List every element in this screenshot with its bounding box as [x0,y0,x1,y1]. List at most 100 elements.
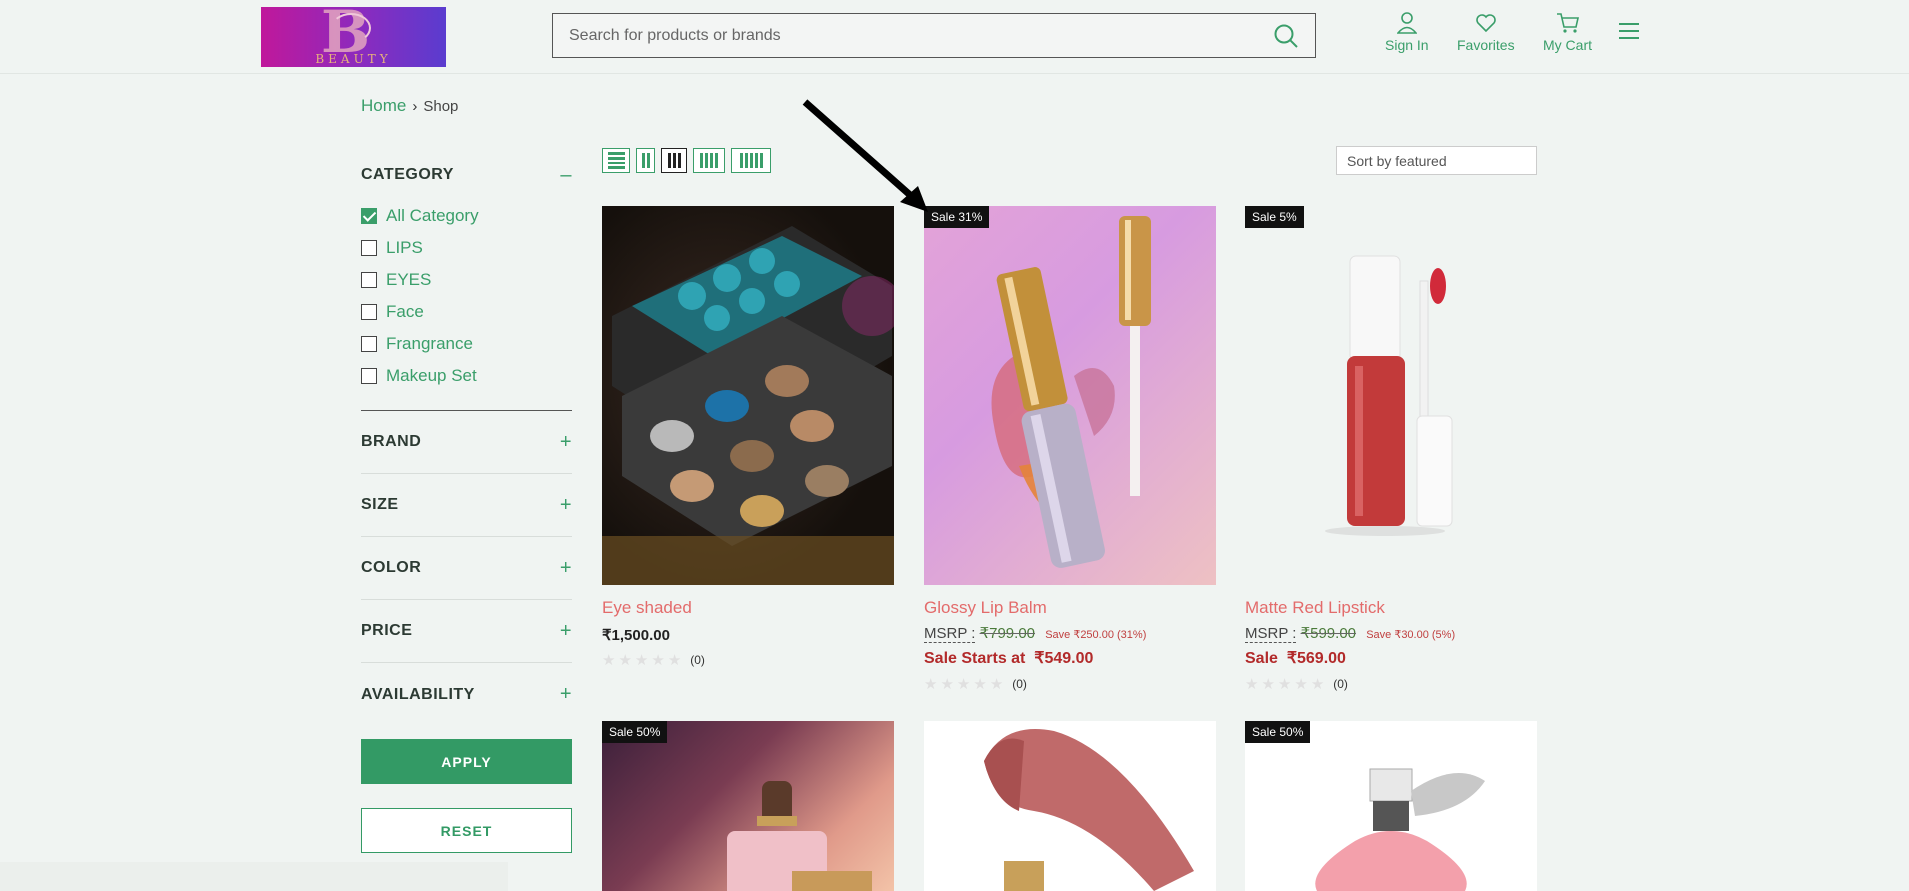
star-icon: ★ [973,676,987,693]
rating-count: (0) [1333,677,1348,691]
grid-4-view-icon[interactable] [693,148,725,173]
checkbox-icon[interactable] [361,272,377,288]
star-icon: ★ [989,676,1004,693]
sale-badge: Sale 50% [1245,721,1311,743]
save-amount: Save ₹30.00 (5%) [1366,629,1456,641]
star-icon: ★ [956,676,971,693]
checkbox-checked-icon[interactable] [361,208,377,224]
product-image[interactable]: Sale 5% [1245,206,1537,585]
save-amount: Save ₹250.00 (31%) [1045,629,1147,641]
filter-title: SIZE [361,496,399,513]
cart-link[interactable]: My Cart [1543,12,1592,53]
rating: ★ ★ ★ ★ ★ (0) [924,675,1216,693]
breadcrumb-home[interactable]: Home [361,96,406,115]
perfume-bow-bottle-image [1315,768,1485,891]
expand-icon[interactable]: + [560,494,572,517]
search-input[interactable] [553,14,1253,57]
sale-price-line: Sale Starts at ₹549.00 [924,648,1216,668]
star-icon: ★ [651,652,665,669]
collapse-icon[interactable]: – [560,164,572,187]
sale-badge: Sale 5% [1245,206,1304,228]
apply-button[interactable]: APPLY [361,739,572,784]
category-label: Face [386,302,424,321]
brand-logo[interactable]: B BEAUTY [261,7,446,67]
grid-2-view-icon[interactable] [636,148,655,173]
msrp-line: MSRP : ₹599.00 Save ₹30.00 (5%) [1245,624,1537,643]
filter-price[interactable]: PRICE + [361,600,572,663]
checkbox-icon[interactable] [361,304,377,320]
sign-in-link[interactable]: Sign In [1385,12,1429,53]
rating-count: (0) [690,653,705,667]
category-label: All Category [386,206,479,225]
sign-in-label: Sign In [1385,37,1429,53]
product-image[interactable]: Sale 50% [1245,721,1537,891]
checkbox-icon[interactable] [361,240,377,256]
expand-icon[interactable]: + [560,557,572,580]
grid-3-view-icon[interactable] [661,148,687,173]
msrp-label: MSRP : [1245,625,1297,643]
product-card[interactable]: Eye shaded ₹1,500.00 ★ ★ ★ ★ ★ (0) [602,206,894,669]
cart-label: My Cart [1543,37,1592,53]
breadcrumb-current: Shop [423,98,459,115]
sale-label: Sale [1245,650,1278,667]
category-item-face[interactable]: Face [361,296,572,328]
sale-price: ₹549.00 [1034,650,1094,667]
product-name[interactable]: Eye shaded [602,598,894,618]
sort-dropdown[interactable]: Sort by featured [1336,146,1537,175]
product-image[interactable] [602,206,894,585]
category-item-eyes[interactable]: EYES [361,264,572,296]
category-item-fragrance[interactable]: Frangrance [361,328,572,360]
product-name[interactable]: Glossy Lip Balm [924,598,1216,618]
sale-badge: Sale 50% [602,721,668,743]
product-card[interactable]: Sale 50% [602,721,894,891]
category-item-all[interactable]: All Category [361,200,572,232]
search-icon[interactable] [1273,23,1299,49]
filter-brand[interactable]: BRAND + [361,411,572,474]
product-card[interactable] [924,721,1216,891]
expand-icon[interactable]: + [560,620,572,643]
filter-availability[interactable]: AVAILABILITY + [361,663,572,726]
reset-button[interactable]: RESET [361,808,572,853]
favorites-link[interactable]: Favorites [1457,12,1515,53]
sale-price: ₹569.00 [1286,650,1346,667]
expand-icon[interactable]: + [560,431,572,454]
star-icon: ★ [618,652,632,669]
category-label: Makeup Set [386,366,477,385]
product-card[interactable]: Sale 50% [1245,721,1537,891]
checkbox-icon[interactable] [361,368,377,384]
checkbox-icon[interactable] [361,336,377,352]
product-card[interactable]: Sale 5% Matte Red Lipstick MSRP : ₹599.0… [1245,206,1537,693]
rating: ★ ★ ★ ★ ★ (0) [602,651,894,669]
product-image[interactable]: Sale 50% [602,721,894,891]
filter-color[interactable]: COLOR + [361,537,572,600]
product-image[interactable]: Sale 31% [924,206,1216,585]
filter-size[interactable]: SIZE + [361,474,572,537]
category-item-makeup-set[interactable]: Makeup Set [361,360,572,392]
eyeshadow-palette-image [602,226,894,585]
grid-5-view-icon[interactable] [731,148,771,173]
lip-gloss-image [991,216,1151,568]
product-card[interactable]: Sale 31% Glossy Lip Balm MSRP : ₹799.00 … [924,206,1216,693]
category-item-lips[interactable]: LIPS [361,232,572,264]
product-name[interactable]: Matte Red Lipstick [1245,598,1537,618]
logo-text: BEAUTY [315,52,392,66]
filter-title: BRAND [361,433,422,450]
perfume-bottle-image [727,781,872,891]
hamburger-menu-icon[interactable] [1618,22,1640,40]
star-icon: ★ [1261,676,1275,693]
view-mode-toggles [602,148,771,173]
category-header[interactable]: CATEGORY – [361,160,572,190]
star-icon: ★ [667,652,682,669]
heart-icon [1475,14,1496,33]
msrp-price: ₹799.00 [979,625,1036,642]
rating: ★ ★ ★ ★ ★ (0) [1245,675,1537,693]
product-image[interactable] [924,721,1216,891]
site-header: B BEAUTY Sign In Favorites My Cart [0,0,1909,74]
rating-count: (0) [1012,677,1027,691]
star-icon: ★ [602,652,616,669]
list-view-icon[interactable] [602,148,630,173]
breadcrumb-separator: › [412,98,418,115]
category-list: All Category LIPS EYES Face Frangrance M… [361,200,572,392]
msrp-line: MSRP : ₹799.00 Save ₹250.00 (31%) [924,624,1216,643]
expand-icon[interactable]: + [560,683,572,706]
